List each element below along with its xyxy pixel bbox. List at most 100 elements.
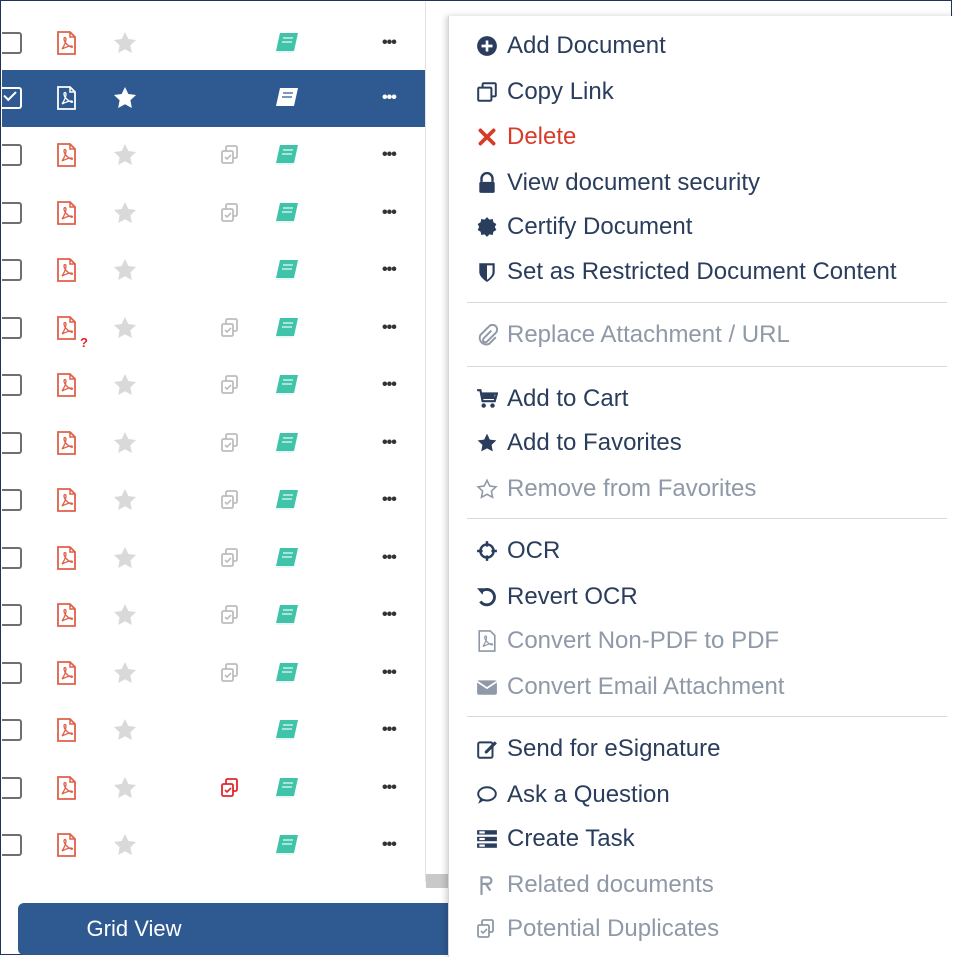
more-actions-button[interactable]: ••• [382,319,397,337]
row-checkbox[interactable] [2,546,22,569]
menu-item-set-as-restricted-document-content[interactable]: Set as Restricted Document Content [475,252,897,292]
menu-item-add-to-cart[interactable]: Add to Cart [475,379,628,419]
book-icon[interactable] [274,87,300,109]
document-row[interactable]: ••• [2,702,426,760]
favorite-star-icon[interactable] [112,257,138,283]
duplicate-icon[interactable] [220,662,242,684]
pdf-file-icon[interactable] [56,30,77,55]
row-checkbox[interactable] [2,661,22,684]
pdf-file-icon[interactable] [56,430,77,455]
document-row[interactable]: ••• [2,587,426,645]
more-actions-button[interactable]: ••• [382,549,397,567]
more-actions-button[interactable]: ••• [382,721,397,739]
menu-item-convert-email-attachment[interactable]: Convert Email Attachment [475,667,784,707]
row-checkbox[interactable] [2,259,22,282]
book-icon[interactable] [274,547,300,569]
book-icon[interactable] [274,604,300,626]
menu-item-delete[interactable]: Delete [475,117,576,157]
book-icon[interactable] [274,374,300,396]
more-actions-button[interactable]: ••• [382,146,397,164]
document-row[interactable]: ••• [2,184,426,242]
book-icon[interactable] [274,489,300,511]
menu-item-send-for-esignature[interactable]: Send for eSignature [475,729,720,769]
row-checkbox[interactable] [2,201,22,224]
row-checkbox[interactable] [2,604,22,627]
book-icon[interactable] [274,202,300,224]
pdf-file-icon[interactable] [56,775,77,800]
document-row[interactable]: ••• [2,357,426,415]
document-row[interactable]: ••• [2,759,426,817]
row-checkbox[interactable] [2,431,22,454]
document-row[interactable]: ••• [2,414,426,472]
menu-item-ocr[interactable]: OCR [475,531,560,571]
document-row[interactable]: ••• [2,817,426,875]
row-checkbox[interactable] [2,144,22,167]
book-icon[interactable] [274,32,300,54]
favorite-star-icon[interactable] [112,487,138,513]
row-checkbox[interactable] [2,316,22,339]
menu-item-revert-ocr[interactable]: Revert OCR [475,577,638,617]
more-actions-button[interactable]: ••• [382,261,397,279]
favorite-star-icon[interactable] [112,315,138,341]
menu-item-copy-link[interactable]: Copy Link [475,72,614,112]
document-row[interactable]: ••• [2,127,426,185]
book-icon[interactable] [274,662,300,684]
book-icon[interactable] [274,777,300,799]
more-actions-button[interactable]: ••• [382,606,397,624]
book-icon[interactable] [274,259,300,281]
more-actions-button[interactable]: ••• [382,434,397,452]
menu-item-view-document-security[interactable]: View document security [475,163,760,203]
pdf-file-icon[interactable] [56,833,77,858]
menu-item-add-document[interactable]: Add Document [475,26,666,66]
book-icon[interactable] [274,144,300,166]
pdf-file-icon[interactable] [56,86,77,110]
pdf-file-icon[interactable] [56,488,77,513]
document-row[interactable]: ••• [2,644,426,702]
document-row[interactable]: ••• [2,472,426,530]
document-row[interactable]: ? ••• [2,299,426,357]
grid-view-button[interactable]: Grid View [18,903,480,955]
menu-item-ask-a-question[interactable]: Ask a Question [475,775,670,815]
duplicate-icon[interactable] [220,547,242,569]
favorite-star-icon[interactable] [112,602,138,628]
favorite-star-icon[interactable] [112,775,138,801]
row-checkbox[interactable] [2,489,22,512]
horizontal-scrollbar-thumb[interactable] [426,874,448,888]
book-icon[interactable] [274,317,300,339]
pdf-file-icon[interactable] [56,315,77,340]
menu-item-remove-from-favorites[interactable]: Remove from Favorites [475,469,756,509]
pdf-file-icon[interactable] [56,603,77,628]
favorite-star-icon[interactable] [112,372,138,398]
pdf-file-icon[interactable] [56,718,77,743]
duplicate-icon[interactable] [220,432,242,454]
row-checkbox[interactable] [2,374,22,397]
menu-item-add-to-favorites[interactable]: Add to Favorites [475,423,682,463]
menu-item-related-documents[interactable]: Related documents [475,865,714,905]
favorite-star-icon[interactable] [112,832,138,858]
duplicate-icon[interactable] [220,489,242,511]
favorite-star-icon[interactable] [112,545,138,571]
menu-item-create-task[interactable]: Create Task [475,819,635,859]
row-checkbox[interactable] [2,719,22,742]
document-row[interactable]: ••• [2,69,426,127]
pdf-file-icon[interactable] [56,545,77,570]
more-actions-button[interactable]: ••• [382,34,397,52]
menu-item-convert-non-pdf-to-pdf[interactable]: Convert Non-PDF to PDF [475,621,779,661]
pdf-file-icon[interactable] [56,373,77,398]
pdf-file-icon[interactable] [56,143,77,168]
duplicate-icon[interactable] [220,604,242,626]
menu-item-potential-duplicates[interactable]: Potential Duplicates [475,909,719,949]
favorite-star-icon[interactable] [112,142,138,168]
pdf-file-icon[interactable] [56,258,77,283]
duplicate-icon[interactable] [220,144,242,166]
favorite-star-icon[interactable] [112,200,138,226]
row-checkbox[interactable] [2,834,22,857]
more-actions-button[interactable]: ••• [382,836,397,854]
pdf-file-icon[interactable] [56,660,77,685]
more-actions-button[interactable]: ••• [382,89,397,107]
row-checkbox[interactable] [2,776,22,799]
row-checkbox[interactable] [2,31,22,54]
duplicate-icon[interactable] [220,202,242,224]
book-icon[interactable] [274,834,300,856]
more-actions-button[interactable]: ••• [382,491,397,509]
